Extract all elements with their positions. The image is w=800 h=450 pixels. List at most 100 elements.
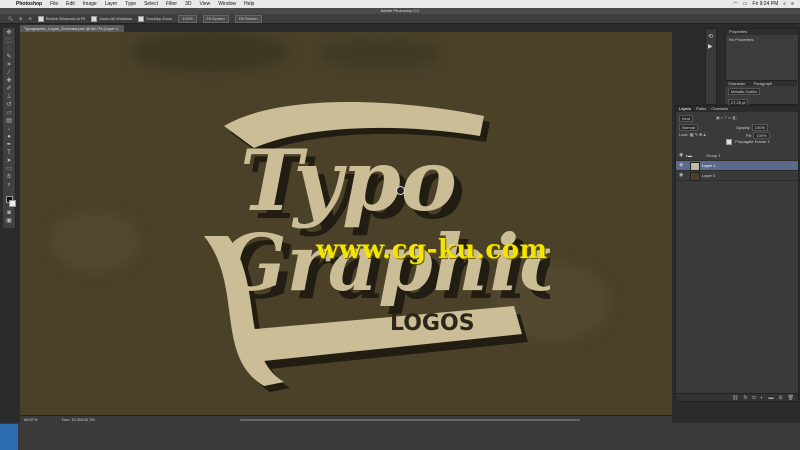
shape-tool-icon[interactable]: ▭ bbox=[5, 166, 13, 173]
dodge-tool-icon[interactable]: ● bbox=[5, 134, 13, 141]
menu-help[interactable]: Help bbox=[244, 0, 254, 8]
opacity-field[interactable]: 100% bbox=[751, 124, 769, 131]
document-canvas[interactable]: Typo Graphic Typo Graphic LOGOS www.cg-k… bbox=[20, 32, 672, 415]
lock-icons[interactable]: ▦ ✎ ✥ 🔒︎ bbox=[690, 132, 706, 137]
crop-tool-icon[interactable]: ⌗ bbox=[5, 62, 13, 69]
logo-line1: Typo bbox=[240, 131, 457, 230]
grunge-texture bbox=[50, 212, 140, 272]
layer-style-icon[interactable]: fx bbox=[743, 394, 747, 401]
font-family-select[interactable]: Metallic Gothic bbox=[728, 88, 761, 95]
clone-stamp-tool-icon[interactable]: ⊥ bbox=[5, 94, 13, 101]
fill-screen-button[interactable]: Fill Screen bbox=[234, 14, 262, 23]
move-tool-icon[interactable]: ✥ bbox=[5, 30, 13, 37]
menu-edit[interactable]: Edit bbox=[66, 0, 75, 8]
kind-filter-select[interactable]: Kind bbox=[679, 115, 694, 122]
new-group-icon[interactable]: ▬ bbox=[768, 394, 773, 401]
healing-brush-tool-icon[interactable]: ✚ bbox=[5, 78, 13, 85]
layer-row-layer-1[interactable]: ◉ Layer 1 bbox=[676, 161, 798, 171]
zoom-100-button[interactable]: 100% bbox=[178, 14, 197, 23]
resize-windows-label: Resize Windows to Fit bbox=[45, 15, 86, 21]
delete-layer-icon[interactable]: 🗑︎ bbox=[788, 394, 794, 401]
resize-windows-option[interactable]: Resize Windows to Fit bbox=[37, 15, 86, 22]
marquee-tool-icon[interactable]: ⬚ bbox=[5, 38, 13, 45]
lasso-tool-icon[interactable]: ◌ bbox=[5, 46, 13, 53]
menu-app[interactable]: Photoshop bbox=[16, 0, 42, 8]
document-tab[interactable]: Typographic_Logos_Overcast.psd @ 66.7% (… bbox=[20, 25, 124, 38]
battery-icon[interactable]: ▭ bbox=[743, 0, 748, 8]
fill-field[interactable]: 100% bbox=[753, 132, 770, 139]
zoom-all-option[interactable]: Zoom All Windows bbox=[91, 15, 132, 22]
character-panel: Character Paragraph Metallic Gothic 27.2… bbox=[725, 80, 797, 106]
menu-window[interactable]: Window bbox=[218, 0, 236, 8]
tab-layers[interactable]: Layers bbox=[679, 106, 691, 112]
zoom-tool-icon[interactable]: ⌕ bbox=[5, 182, 13, 189]
actions-panel-icon[interactable]: ▶ bbox=[708, 43, 713, 50]
history-brush-tool-icon[interactable]: ↺ bbox=[5, 102, 13, 109]
layer-row-layer-0[interactable]: ◉ Layer 0 bbox=[676, 171, 798, 181]
hand-tool-icon[interactable]: ✋︎ bbox=[5, 174, 13, 181]
list-icon[interactable]: ≡ bbox=[791, 0, 794, 8]
history-panel-icon[interactable]: ⟲ bbox=[708, 33, 713, 40]
layers-panel-buttons: ⛓ fx ◘ ◐ ▬ ⊞ 🗑︎ bbox=[676, 393, 798, 401]
menu-file[interactable]: File bbox=[50, 0, 58, 8]
menu-layer[interactable]: Layer bbox=[105, 0, 118, 8]
zoom-out-icon[interactable]: ⊖ bbox=[28, 16, 31, 21]
filter-icons[interactable]: ▣ ◐ T ▭ ◧ bbox=[716, 115, 737, 120]
blend-mode-select[interactable]: Normal bbox=[679, 124, 698, 131]
adjustment-layer-icon[interactable]: ◐ bbox=[760, 394, 763, 401]
visibility-eye-icon[interactable]: ◉ bbox=[679, 151, 683, 160]
app-menus: Photoshop File Edit Image Layer Type Sel… bbox=[16, 0, 254, 8]
desktop-wallpaper bbox=[0, 424, 18, 450]
path-selection-tool-icon[interactable]: ➤ bbox=[5, 158, 13, 165]
zoom-in-icon[interactable]: ⊕ bbox=[19, 16, 22, 21]
tab-paragraph[interactable]: Paragraph bbox=[754, 81, 773, 86]
quick-mask-icon[interactable]: ◙ bbox=[5, 210, 13, 217]
lock-label: Lock: bbox=[679, 132, 689, 137]
visibility-eye-icon[interactable]: ◉ bbox=[679, 161, 683, 170]
checkbox-icon[interactable] bbox=[726, 139, 732, 145]
layer-name: Layer 0 bbox=[702, 173, 716, 178]
tools-panel: ✥ ⬚ ◌ ✎ ⌗ ⁄ ✚ ✐ ⊥ ↺ ▱ ▤ 💧︎ ● ✒ T ➤ ▭ ✋︎ … bbox=[3, 28, 16, 228]
screen-mode-icon[interactable]: ▣ bbox=[5, 218, 13, 225]
checkbox-icon[interactable] bbox=[37, 15, 44, 22]
tab-channels[interactable]: Channels bbox=[711, 106, 728, 112]
layer-row-group-1[interactable]: ◉ ▸▬ Group 1 bbox=[676, 151, 798, 161]
menubar-status: ◠ ▭ Fri 9:24 PM ⌕ ≡ bbox=[733, 0, 794, 8]
zoom-tool-icon[interactable]: 🔍︎ bbox=[8, 16, 13, 21]
fit-screen-button[interactable]: Fit Screen bbox=[202, 14, 229, 23]
menu-filter[interactable]: Filter bbox=[166, 0, 177, 8]
new-layer-icon[interactable]: ⊞ bbox=[778, 394, 782, 401]
clock[interactable]: Fri 9:24 PM bbox=[752, 0, 778, 8]
menu-image[interactable]: Image bbox=[83, 0, 97, 8]
checkbox-icon[interactable] bbox=[91, 15, 98, 22]
checkbox-icon[interactable] bbox=[138, 15, 145, 22]
horizontal-scrollbar[interactable] bbox=[240, 419, 580, 421]
search-icon[interactable]: ⌕ bbox=[783, 0, 786, 8]
watermark-text: www.cg-ku.com bbox=[316, 235, 548, 265]
add-mask-icon[interactable]: ◘ bbox=[752, 394, 755, 401]
type-tool-icon[interactable]: T bbox=[5, 150, 13, 157]
eyedropper-tool-icon[interactable]: ⁄ bbox=[5, 70, 13, 77]
blur-tool-icon[interactable]: 💧︎ bbox=[5, 126, 13, 133]
menu-select[interactable]: Select bbox=[144, 0, 158, 8]
scrubby-zoom-option[interactable]: Scrubby Zoom bbox=[138, 15, 172, 22]
menu-view[interactable]: View bbox=[200, 0, 211, 8]
quick-select-tool-icon[interactable]: ✎ bbox=[5, 54, 13, 61]
tab-character[interactable]: Character bbox=[728, 81, 746, 86]
logo-line3: LOGOS bbox=[390, 311, 475, 336]
pen-tool-icon[interactable]: ✒ bbox=[5, 142, 13, 149]
tab-paths[interactable]: Paths bbox=[696, 106, 706, 112]
background-color-swatch[interactable] bbox=[9, 200, 16, 207]
menu-3d[interactable]: 3D bbox=[185, 0, 191, 8]
gradient-tool-icon[interactable]: ▤ bbox=[5, 118, 13, 125]
link-layers-icon[interactable]: ⛓ bbox=[732, 394, 738, 401]
visibility-eye-icon[interactable]: ◉ bbox=[679, 171, 683, 180]
eraser-tool-icon[interactable]: ▱ bbox=[5, 110, 13, 117]
wifi-icon[interactable]: ◠ bbox=[733, 0, 737, 8]
fill-label: Fill: bbox=[746, 133, 753, 138]
desktop-strip bbox=[0, 423, 800, 450]
collapsed-panels-strip: ⟲ ▶ bbox=[705, 28, 717, 105]
menu-type[interactable]: Type bbox=[125, 0, 136, 8]
properties-empty-text: No Properties bbox=[729, 37, 754, 42]
brush-tool-icon[interactable]: ✐ bbox=[5, 86, 13, 93]
